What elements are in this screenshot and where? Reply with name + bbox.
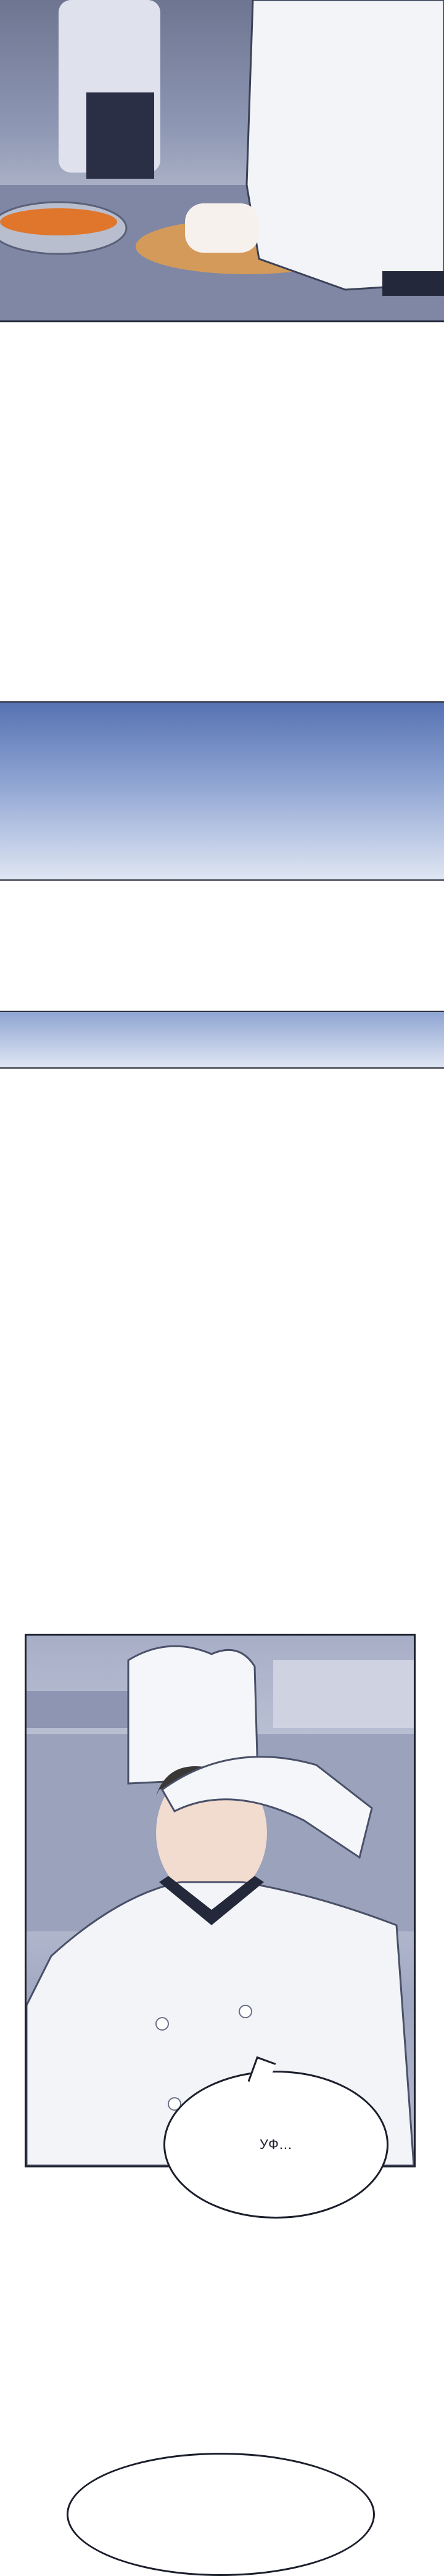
sky-gradient-panel [0, 701, 444, 881]
kitchen-scene-illustration [0, 0, 444, 320]
speech-bubble-partial [67, 2453, 375, 2576]
chef-hand [185, 203, 259, 253]
speech-bubble-text: УФ... [259, 2137, 293, 2152]
chef-apron [382, 271, 444, 296]
kitchen-scene-panel [0, 0, 444, 322]
carrot-strips [0, 208, 117, 235]
background-sink [273, 1660, 414, 1728]
background-cook-apron [86, 92, 154, 179]
chef-figure [245, 0, 444, 291]
sky-gradient-strip [0, 1011, 444, 1069]
coat-button [239, 2005, 252, 2018]
speech-bubble: УФ... [163, 2056, 388, 2219]
coat-button [155, 2017, 169, 2031]
